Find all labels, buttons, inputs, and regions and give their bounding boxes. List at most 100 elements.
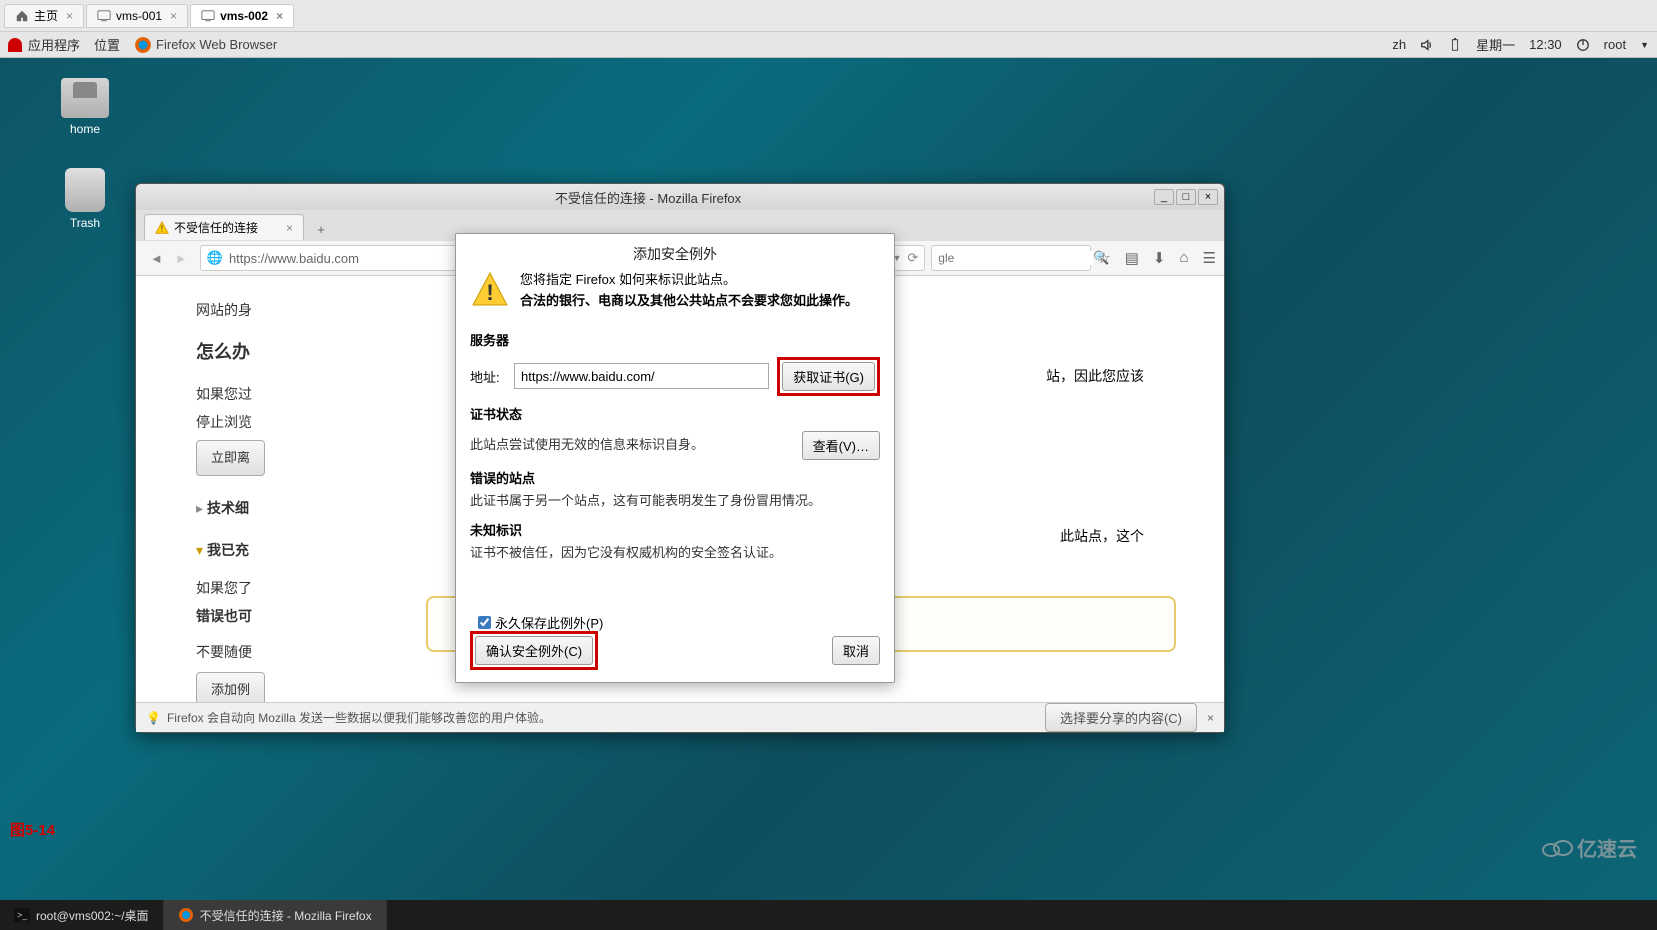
- home-icon: [15, 9, 29, 23]
- dialog-title: 添加安全例外: [456, 234, 894, 270]
- tab-label: 不受信任的连接: [174, 219, 258, 236]
- bg-text: 如果您了: [196, 580, 252, 596]
- task-label: 不受信任的连接 - Mozilla Firefox: [200, 907, 372, 924]
- search-input[interactable]: [938, 251, 1093, 265]
- close-icon[interactable]: ×: [170, 9, 177, 23]
- unknown-id-text: 证书不被信任，因为它没有权威机构的安全签名认证。: [470, 543, 880, 563]
- nav-buttons: ◄ ►: [144, 247, 194, 270]
- toolbar-icons: ☆ ▤ ⬇ ⌂ ☰: [1097, 249, 1216, 267]
- firefox-icon: [178, 907, 194, 923]
- taskbar-item-firefox[interactable]: 不受信任的连接 - Mozilla Firefox: [164, 900, 387, 930]
- active-app-label[interactable]: Firefox Web Browser: [156, 37, 277, 52]
- redhat-icon: [8, 38, 22, 52]
- dialog-text: 您将指定 Firefox 如何来标识此站点。: [520, 270, 858, 291]
- menu-icon[interactable]: ☰: [1203, 249, 1216, 267]
- page-tab-vms001[interactable]: vms-001 ×: [86, 4, 188, 28]
- icon-label: Trash: [50, 216, 120, 230]
- view-button[interactable]: 查看(V)…: [802, 431, 880, 460]
- search-bar[interactable]: 🔍: [931, 245, 1091, 271]
- home-folder[interactable]: home: [50, 78, 120, 136]
- svg-text:!: !: [486, 280, 493, 305]
- leave-button[interactable]: 立即离: [196, 440, 265, 476]
- address-input[interactable]: [514, 363, 769, 389]
- svg-text:>_: >_: [17, 910, 28, 920]
- desktop[interactable]: home Trash 不受信任的连接 - Mozilla Firefox _ □…: [0, 58, 1657, 900]
- server-label: 服务器: [470, 330, 880, 349]
- status-text: Firefox 会自动向 Mozilla 发送一些数据以便我们能够改善您的用户体…: [167, 709, 551, 726]
- cloud-icon: [1541, 838, 1573, 858]
- monitor-icon: [201, 9, 215, 23]
- close-icon[interactable]: ×: [1207, 711, 1214, 725]
- add-exception-dialog: 添加安全例外 ! 您将指定 Firefox 如何来标识此站点。 合法的银行、电商…: [455, 233, 895, 683]
- globe-icon: 🌐: [207, 250, 223, 266]
- highlight-box: 获取证书(G): [777, 357, 880, 396]
- expand-icon[interactable]: ▸: [196, 500, 203, 516]
- close-icon[interactable]: ×: [276, 9, 283, 23]
- folder-icon: [61, 78, 109, 118]
- clock-time[interactable]: 12:30: [1529, 37, 1562, 52]
- get-certificate-button[interactable]: 获取证书(G): [782, 362, 875, 391]
- dialog-warning-text: 合法的银行、电商以及其他公共站点不会要求您如此操作。: [520, 291, 858, 312]
- close-icon[interactable]: ×: [66, 9, 73, 23]
- back-button[interactable]: ◄: [144, 247, 169, 270]
- unknown-id-label: 未知标识: [470, 520, 880, 539]
- understand-risks[interactable]: 我已充: [207, 542, 249, 558]
- trash[interactable]: Trash: [50, 168, 120, 230]
- bookmark-icon[interactable]: ☆: [1097, 249, 1110, 267]
- icon-label: home: [50, 122, 120, 136]
- battery-icon[interactable]: [1448, 38, 1462, 52]
- volume-icon[interactable]: [1420, 38, 1434, 52]
- bg-text: 错误也可: [196, 608, 252, 624]
- forward-button[interactable]: ►: [169, 247, 194, 270]
- user-label[interactable]: root: [1604, 37, 1626, 52]
- tab-label: 主页: [34, 7, 58, 24]
- wrong-site-text: 此证书属于另一个站点，这有可能表明发生了身份冒用情况。: [470, 491, 880, 511]
- status-bar: 💡 Firefox 会自动向 Mozilla 发送一些数据以便我们能够改善您的用…: [136, 702, 1224, 732]
- window-title: 不受信任的连接 - Mozilla Firefox: [142, 188, 1154, 207]
- terminal-icon: >_: [14, 908, 30, 922]
- library-icon[interactable]: ▤: [1125, 249, 1139, 267]
- downloads-icon[interactable]: ⬇: [1153, 249, 1166, 267]
- close-button[interactable]: ×: [1198, 189, 1218, 205]
- watermark: 亿速云: [1541, 833, 1637, 862]
- close-icon[interactable]: ×: [286, 221, 293, 235]
- add-exception-button[interactable]: 添加例: [196, 672, 265, 702]
- page-tab-home[interactable]: 主页 ×: [4, 4, 84, 28]
- browser-tab[interactable]: ! 不受信任的连接 ×: [144, 214, 304, 240]
- warning-icon: !: [155, 221, 169, 235]
- gnome-top-bar: 应用程序 位置 Firefox Web Browser zh 星期一 12:30…: [0, 32, 1657, 58]
- gnome-tray: zh 星期一 12:30 root ▼: [1392, 35, 1649, 54]
- chevron-down-icon[interactable]: ▼: [1640, 40, 1649, 50]
- page-tabs: 主页 × vms-001 × vms-002 ×: [0, 0, 1657, 32]
- checkbox-input[interactable]: [478, 616, 491, 629]
- minimize-button[interactable]: _: [1154, 189, 1174, 205]
- wrong-site-label: 错误的站点: [470, 468, 880, 487]
- window-titlebar[interactable]: 不受信任的连接 - Mozilla Firefox _ □ ×: [136, 184, 1224, 210]
- cert-status-text: 此站点尝试使用无效的信息来标识自身。: [470, 435, 794, 455]
- page-tab-vms002[interactable]: vms-002 ×: [190, 4, 294, 28]
- expand-icon[interactable]: ▾: [196, 542, 203, 558]
- applications-menu[interactable]: 应用程序: [28, 35, 80, 54]
- share-options-button[interactable]: 选择要分享的内容(C): [1045, 703, 1197, 732]
- monitor-icon: [97, 9, 111, 23]
- taskbar: >_ root@vms002:~/桌面 不受信任的连接 - Mozilla Fi…: [0, 900, 1657, 930]
- input-method[interactable]: zh: [1392, 37, 1406, 52]
- confirm-exception-button[interactable]: 确认安全例外(C): [475, 636, 593, 665]
- tab-label: vms-001: [116, 9, 162, 23]
- checkbox-label: 永久保存此例外(P): [495, 613, 603, 632]
- bulb-icon: 💡: [146, 711, 161, 725]
- maximize-button[interactable]: □: [1176, 189, 1196, 205]
- power-icon[interactable]: [1576, 38, 1590, 52]
- taskbar-item-terminal[interactable]: >_ root@vms002:~/桌面: [0, 900, 164, 930]
- places-menu[interactable]: 位置: [94, 35, 120, 54]
- reload-icon[interactable]: ⟳: [907, 250, 918, 266]
- clock-day[interactable]: 星期一: [1476, 35, 1515, 54]
- trash-icon: [65, 168, 105, 212]
- tech-details[interactable]: 技术细: [207, 500, 249, 516]
- new-tab-button[interactable]: +: [308, 218, 334, 240]
- tab-label: vms-002: [220, 9, 268, 23]
- cancel-button[interactable]: 取消: [832, 636, 880, 665]
- home-icon[interactable]: ⌂: [1179, 249, 1188, 267]
- save-permanently-checkbox[interactable]: 永久保存此例外(P): [478, 613, 603, 632]
- warning-icon: !: [470, 270, 510, 310]
